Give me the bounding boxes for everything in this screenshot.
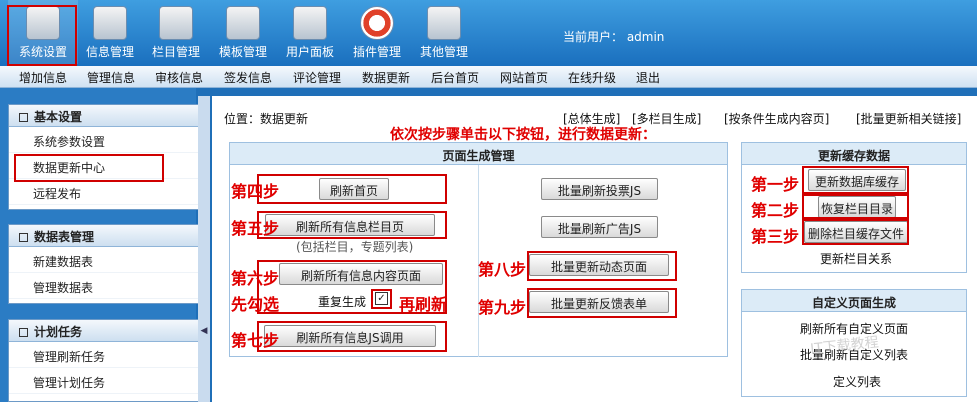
documents-icon xyxy=(93,6,127,40)
batch-refresh-vote-js-button[interactable]: 批量刷新投票JS xyxy=(541,178,658,200)
menu-sign-info[interactable]: 签发信息 xyxy=(224,69,272,86)
then-refresh-label: 再刷新 xyxy=(399,295,448,314)
toolbar-column-management[interactable]: 栏目管理 xyxy=(141,0,211,64)
column-note: (包括栏目，专题列表) xyxy=(296,240,414,254)
highlight-step5 xyxy=(257,211,447,239)
menu-site-home[interactable]: 网站首页 xyxy=(500,69,548,86)
top-toolbar: 系统设置 信息管理 栏目管理 模板管理 用户面板 插件管理 其他管理 当前用户：… xyxy=(0,0,977,66)
menu-review-info[interactable]: 审核信息 xyxy=(155,69,203,86)
sidebar-section-tables: 数据表管理 新建数据表 管理数据表 xyxy=(8,224,200,304)
sidebar-section-title: 数据表管理 xyxy=(9,225,199,247)
step3-label: 第三步 xyxy=(751,227,800,246)
toolbar-other-management[interactable]: 其他管理 xyxy=(409,0,479,64)
folder-icon xyxy=(159,6,193,40)
sidebar-item-schedule-tasks[interactable]: 管理计划任务 xyxy=(9,368,199,394)
arrow-left-icon: ◀ xyxy=(200,326,208,336)
page-generation-title: 页面生成管理 xyxy=(230,143,727,165)
highlight-data-update-center xyxy=(14,154,164,182)
menu-bar: 增加信息 管理信息 审核信息 签发信息 评论管理 数据更新 后台首页 网站首页 … xyxy=(0,66,977,88)
template-icon xyxy=(226,6,260,40)
collapse-square-icon[interactable] xyxy=(19,328,28,337)
update-column-relation-link[interactable]: 更新栏目关系 xyxy=(820,250,892,267)
highlight-step1 xyxy=(802,166,909,194)
sidebar-collapse-bar[interactable]: ◀ xyxy=(198,96,210,402)
custom-list-link[interactable]: 定义列表 xyxy=(833,373,881,390)
sidebar-section-schedule: 计划任务 管理刷新任务 管理计划任务 xyxy=(8,319,200,402)
menu-add-info[interactable]: 增加信息 xyxy=(19,69,67,86)
cache-update-title: 更新缓存数据 xyxy=(742,143,966,165)
highlight-system-settings xyxy=(7,5,77,66)
menu-data-update[interactable]: 数据更新 xyxy=(362,69,410,86)
step1-label: 第一步 xyxy=(751,175,800,194)
highlight-step3 xyxy=(802,219,909,245)
collapse-square-icon[interactable] xyxy=(19,233,28,242)
step6-label: 第六步 xyxy=(231,269,280,288)
menu-admin-home[interactable]: 后台首页 xyxy=(431,69,479,86)
check-first-label: 先勾选 xyxy=(231,295,280,314)
toolbar-template-management[interactable]: 模板管理 xyxy=(208,0,278,64)
step8-label: 第八步 xyxy=(478,260,527,279)
sidebar-item-system-params[interactable]: 系统参数设置 xyxy=(9,127,199,153)
menu-logout[interactable]: 退出 xyxy=(636,69,660,86)
link-batch-update-links[interactable]: [批量更新相关链接] xyxy=(856,110,961,127)
highlight-checkbox xyxy=(371,289,392,309)
step4-label: 第四步 xyxy=(231,182,280,201)
sidebar-section-title: 计划任务 xyxy=(9,320,199,342)
batch-refresh-ad-js-button[interactable]: 批量刷新广告JS xyxy=(541,216,658,238)
step5-label: 第五步 xyxy=(231,219,280,238)
lifebuoy-icon xyxy=(360,6,394,40)
highlight-step2 xyxy=(802,194,909,219)
sidebar-item-manage-tables[interactable]: 管理数据表 xyxy=(9,273,199,299)
menu-manage-info[interactable]: 管理信息 xyxy=(87,69,135,86)
highlight-step9 xyxy=(527,288,677,318)
toolbar-user-panel[interactable]: 用户面板 xyxy=(275,0,345,64)
location-breadcrumb: 位置：数据更新 xyxy=(224,112,309,126)
step9-label: 第九步 xyxy=(478,298,527,317)
menu-online-upgrade[interactable]: 在线升级 xyxy=(568,69,616,86)
sidebar-section-title: 基本设置 xyxy=(9,105,199,127)
custom-page-title: 自定义页面生成 xyxy=(742,290,966,312)
sidebar-item-new-table[interactable]: 新建数据表 xyxy=(9,247,199,273)
sidebar-item-remote-publish[interactable]: 远程发布 xyxy=(9,179,199,205)
highlight-step8 xyxy=(527,251,677,281)
toolbar-plugin-management[interactable]: 插件管理 xyxy=(342,0,412,64)
step2-label: 第二步 xyxy=(751,201,800,220)
step7-label: 第七步 xyxy=(231,331,280,350)
menu-comments[interactable]: 评论管理 xyxy=(293,69,341,86)
current-user: 当前用户： admin xyxy=(563,30,665,44)
collapse-square-icon[interactable] xyxy=(19,113,28,122)
users-icon xyxy=(293,6,327,40)
sidebar-item-refresh-tasks[interactable]: 管理刷新任务 xyxy=(9,342,199,368)
highlight-step7 xyxy=(257,321,447,352)
highlight-step4 xyxy=(257,174,447,204)
link-conditional-generate[interactable]: [按条件生成内容页] xyxy=(724,110,829,127)
instruction-text: 依次按步骤单击以下按钮，进行数据更新： xyxy=(390,127,656,143)
page-play-icon xyxy=(427,6,461,40)
toolbar-info-management[interactable]: 信息管理 xyxy=(75,0,145,64)
